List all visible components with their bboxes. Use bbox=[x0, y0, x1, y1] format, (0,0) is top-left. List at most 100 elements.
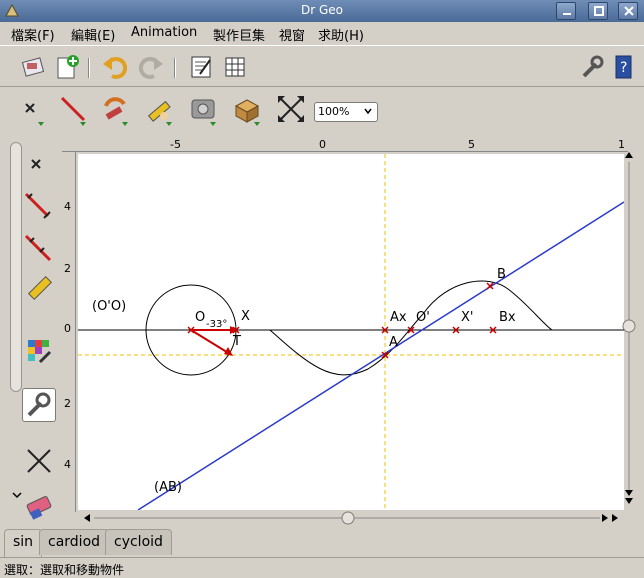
transform-tool-icon bbox=[104, 97, 128, 126]
menu-file[interactable]: 檔案(F) bbox=[11, 25, 55, 44]
vertical-ruler: 4 2 0 2 4 bbox=[62, 152, 76, 512]
palette-segment-button[interactable] bbox=[22, 188, 56, 222]
scroll-left-icon[interactable] bbox=[84, 514, 90, 522]
new-figure-button[interactable] bbox=[52, 52, 82, 82]
figure-area: -5 0 5 1 4 2 0 2 4 (O'O) O -33° X T Ax O… bbox=[62, 138, 640, 528]
horizontal-scrollbar[interactable] bbox=[82, 511, 620, 525]
new-page-icon bbox=[57, 55, 79, 79]
ruler-tick-label: 0 bbox=[64, 322, 71, 335]
scroll-thumb[interactable] bbox=[341, 511, 355, 525]
open-file-icon bbox=[21, 57, 45, 77]
palette-fit-button[interactable] bbox=[22, 444, 56, 478]
menu-animation[interactable]: Animation bbox=[131, 25, 197, 40]
ruler-tick-label: 2 bbox=[64, 397, 71, 410]
vector-ot[interactable] bbox=[190, 329, 231, 355]
scroll-thumb[interactable] bbox=[622, 319, 636, 333]
point-tool-icon bbox=[31, 159, 41, 169]
eraser-icon bbox=[26, 496, 52, 520]
chevron-down-icon bbox=[364, 108, 372, 115]
scroll-up-icon[interactable] bbox=[625, 152, 633, 158]
points-tool-button[interactable] bbox=[14, 92, 48, 128]
horizontal-scrollbar-graphic bbox=[84, 511, 618, 525]
ruler-tick-label: 0 bbox=[319, 138, 326, 151]
palette-points-button[interactable] bbox=[22, 148, 56, 182]
toolbar-separator bbox=[174, 58, 176, 78]
label-angle[interactable]: -33° bbox=[206, 319, 227, 330]
help-button[interactable]: ? bbox=[608, 52, 638, 82]
close-button[interactable] bbox=[618, 2, 638, 20]
minimize-icon bbox=[563, 13, 571, 15]
menu-macro[interactable]: 製作巨集 bbox=[213, 25, 265, 44]
fit-view-button[interactable] bbox=[274, 92, 308, 128]
vertical-scrollbar-graphic bbox=[622, 152, 636, 504]
ruler-tick-label: 5 bbox=[468, 138, 475, 151]
label-o[interactable]: O bbox=[195, 310, 205, 325]
redo-button[interactable] bbox=[136, 52, 166, 82]
menu-bar: 檔案(F) 編輯(E) Animation 製作巨集 視窗 求助(H) bbox=[0, 22, 644, 44]
ruler-tool-icon bbox=[27, 275, 53, 301]
horizontal-ruler: -5 0 5 1 bbox=[62, 138, 628, 152]
scroll-right-icon[interactable] bbox=[602, 514, 608, 522]
maximize-button[interactable] bbox=[588, 2, 608, 20]
undo-icon bbox=[103, 56, 128, 79]
line-ab[interactable] bbox=[137, 201, 624, 510]
label-ax[interactable]: Ax bbox=[390, 310, 407, 325]
scroll-down-icon[interactable] bbox=[625, 498, 633, 504]
macro-tool-button[interactable] bbox=[186, 92, 220, 128]
box-tool-icon bbox=[234, 99, 260, 126]
sine-curve[interactable] bbox=[269, 280, 553, 376]
wrench-icon bbox=[27, 392, 51, 417]
line-tool-icon bbox=[60, 96, 86, 126]
tab-sin[interactable]: sin bbox=[4, 529, 43, 557]
expand-arrows-icon bbox=[27, 449, 51, 473]
label-x-prime[interactable]: X' bbox=[461, 310, 473, 325]
preferences-button[interactable] bbox=[576, 52, 606, 82]
label-circle[interactable]: (O'O) bbox=[92, 299, 126, 314]
label-x[interactable]: X bbox=[241, 309, 250, 324]
label-bx[interactable]: Bx bbox=[499, 310, 516, 325]
palette-icon bbox=[28, 340, 52, 364]
chevron-down-icon[interactable] bbox=[12, 490, 22, 500]
label-t[interactable]: T bbox=[232, 334, 241, 349]
label-line-ab[interactable]: (AB) bbox=[154, 480, 182, 495]
close-icon bbox=[624, 6, 634, 16]
numeric-tool-button[interactable] bbox=[142, 92, 176, 128]
palette-measure-button[interactable] bbox=[22, 272, 56, 306]
grid-button[interactable] bbox=[220, 52, 250, 82]
ruler-tick-label: 4 bbox=[64, 458, 71, 471]
palette-color-button[interactable] bbox=[22, 334, 56, 368]
gear-icon bbox=[191, 99, 216, 126]
help-book-icon: ? bbox=[615, 55, 632, 79]
minimize-button[interactable] bbox=[556, 2, 576, 20]
undo-button[interactable] bbox=[100, 52, 130, 82]
label-a[interactable]: A bbox=[389, 335, 398, 350]
tab-cycloid[interactable]: cycloid bbox=[105, 529, 172, 555]
lines-tool-button[interactable] bbox=[56, 92, 90, 128]
geometry-canvas[interactable]: (O'O) O -33° X T Ax O' X' Bx A B (AB) bbox=[78, 154, 624, 510]
menu-window[interactable]: 視窗 bbox=[279, 25, 305, 44]
transformations-tool-button[interactable] bbox=[98, 92, 132, 128]
tools-icon bbox=[582, 55, 604, 78]
other-tool-button[interactable] bbox=[230, 92, 264, 128]
measure-tool-icon bbox=[147, 100, 172, 126]
vertical-scrollbar[interactable] bbox=[622, 150, 636, 506]
scroll-right-icon[interactable] bbox=[612, 514, 618, 522]
status-text: 選取：選取和移動物件 bbox=[4, 563, 125, 577]
label-b[interactable]: B bbox=[497, 267, 506, 282]
palette-eraser-button[interactable] bbox=[22, 490, 56, 524]
open-button[interactable] bbox=[18, 52, 48, 82]
tab-cardiod[interactable]: cardiod bbox=[39, 529, 110, 555]
scroll-down-icon[interactable] bbox=[625, 490, 633, 496]
svg-text:?: ? bbox=[620, 60, 627, 76]
palette-line-button[interactable] bbox=[22, 230, 56, 264]
edit-text-button[interactable] bbox=[186, 52, 216, 82]
palette-properties-button[interactable] bbox=[22, 388, 56, 422]
point-tool-icon bbox=[25, 103, 44, 126]
ruler-tick-label: 4 bbox=[64, 200, 71, 213]
label-o-prime[interactable]: O' bbox=[416, 310, 430, 325]
zoom-select[interactable]: 100% bbox=[314, 102, 378, 122]
expand-arrows-icon bbox=[278, 96, 304, 122]
menu-help[interactable]: 求助(H) bbox=[318, 25, 364, 44]
menu-edit[interactable]: 編輯(E) bbox=[71, 25, 115, 44]
zoom-value: 100% bbox=[318, 105, 350, 118]
